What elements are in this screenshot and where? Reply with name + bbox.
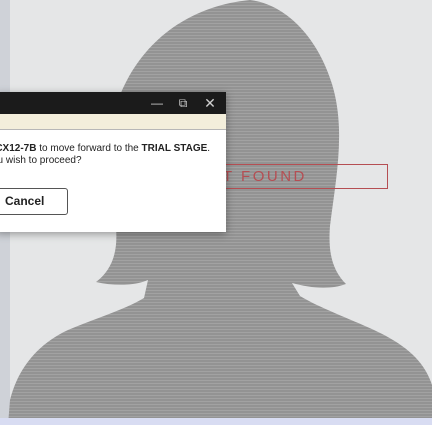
- dialog-titlebar: — ⧉ ✕: [0, 92, 226, 114]
- minimize-icon[interactable]: —: [146, 92, 168, 114]
- message-end-text: .: [207, 143, 211, 154]
- screen: T FOUND — ⧉ ✕ -CX12-7B to move forward t…: [0, 0, 432, 425]
- dialog-message: -CX12-7B to move forward to the TRIAL ST…: [0, 130, 226, 167]
- bottom-edge-bar: [0, 418, 432, 425]
- dialog-message-line1: -CX12-7B to move forward to the TRIAL ST…: [0, 143, 226, 155]
- dialog-header-band: [0, 114, 226, 130]
- dialog-message-line2: ou wish to proceed?: [0, 155, 82, 166]
- trial-stage-label: TRIAL STAGE: [141, 143, 208, 154]
- maximize-icon[interactable]: ⧉: [172, 92, 194, 114]
- product-code: -CX12-7B: [0, 143, 37, 154]
- close-icon[interactable]: ✕: [199, 92, 221, 114]
- message-middle-text: to move forward to the: [36, 143, 142, 154]
- confirmation-dialog: — ⧉ ✕ -CX12-7B to move forward to the TR…: [0, 92, 226, 232]
- cancel-button[interactable]: Cancel: [0, 188, 68, 215]
